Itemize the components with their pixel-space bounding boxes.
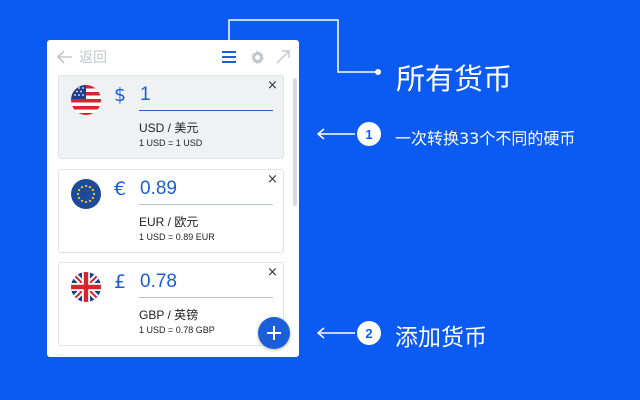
callout-badge-2: 2 bbox=[357, 321, 381, 345]
callout-badge-1: 1 bbox=[357, 122, 381, 146]
callout-lines bbox=[228, 19, 381, 339]
callout-text-1: 一次转换33个不同的硬币 bbox=[395, 129, 576, 148]
callout-text-2: 添加货币 bbox=[395, 325, 487, 351]
callout-all-currencies: 所有货币 bbox=[396, 62, 513, 96]
